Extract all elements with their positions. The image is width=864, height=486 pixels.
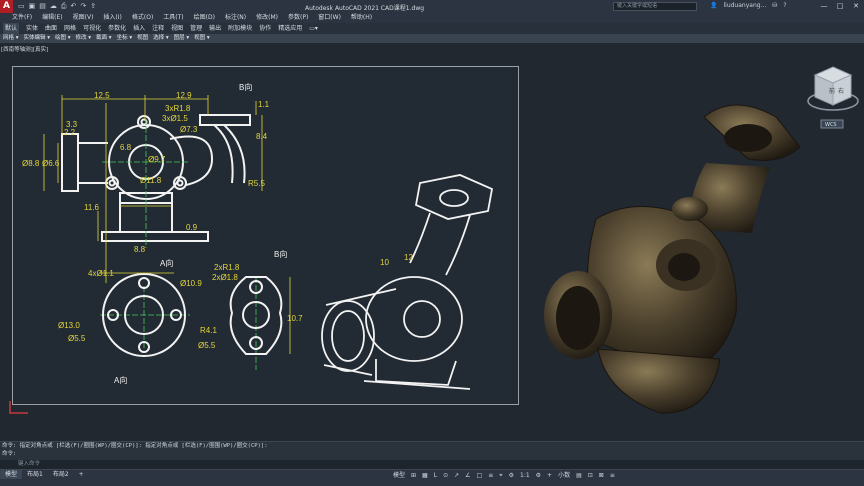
menu-dimension[interactable]: 标注(N) <box>225 13 246 23</box>
menu-draw[interactable]: 绘图(D) <box>194 13 215 23</box>
tab-parametric[interactable]: 参数化 <box>108 23 126 34</box>
tab-featured[interactable]: 精选应用 <box>278 23 302 34</box>
help-icon[interactable]: ? <box>783 2 786 9</box>
panel-solid-edit[interactable]: 实体编辑 ▾ <box>24 34 51 43</box>
shaded-3d-model <box>544 104 801 414</box>
app-title: Autodesk AutoCAD 2021 CAD课程1.dwg <box>305 5 425 12</box>
panel-views[interactable]: 视图 ▾ <box>194 34 210 43</box>
status-bar: 模型 布局1 布局2 + 模型 ⊞ ▦ L ⊙ ↗ ∠ □ ≡ ⌖ ⚙ 1:1 … <box>0 469 864 486</box>
tab-manage[interactable]: 管理 <box>190 23 202 34</box>
command-history-line-1: 命令: 指定对角点或 [栏选(F)/圈围(WP)/圈交(CP)]: 指定对角点或… <box>2 443 268 449</box>
tab-annotate[interactable]: 注释 <box>152 23 164 34</box>
tab-insert[interactable]: 插入 <box>133 23 145 34</box>
tab-visualize[interactable]: 可视化 <box>83 23 101 34</box>
maximize-button[interactable]: □ <box>832 0 848 13</box>
panel-modify[interactable]: 修改 ▾ <box>76 34 92 43</box>
user-area: 👤 liuduanyang... ⛁ ? <box>710 2 787 9</box>
model-space-toggle[interactable]: 模型 <box>393 471 405 480</box>
autocad-logo-icon[interactable]: A <box>0 0 13 13</box>
model-body <box>544 104 801 414</box>
drawing-viewport[interactable]: [西南等轴测][真实] 前 右 WCS 12.5 12.9 B向 1.1 3xR… <box>0 43 864 441</box>
object-snap-icon[interactable]: □ <box>477 471 483 480</box>
panel-layers[interactable]: 图层 ▾ <box>174 34 190 43</box>
close-button[interactable]: ✕ <box>848 0 864 13</box>
osnap-tracking-icon[interactable]: ↗ <box>454 471 459 480</box>
tab-model[interactable]: 模型 <box>0 470 23 479</box>
panel-select[interactable]: 选择 ▾ <box>153 34 169 43</box>
lineweight-icon[interactable]: ≡ <box>488 471 493 480</box>
panel-coordinates[interactable]: 坐标 ▾ <box>117 34 133 43</box>
redo-icon[interactable]: ↷ <box>80 2 86 11</box>
undo-icon[interactable]: ↶ <box>70 2 76 11</box>
menu-format[interactable]: 格式(O) <box>132 13 153 23</box>
layout-tabs: 模型 布局1 布局2 + <box>0 470 89 479</box>
isolate-icon[interactable]: ⊡ <box>588 471 593 480</box>
user-name[interactable]: liuduanyang... <box>723 2 766 9</box>
menu-file[interactable]: 文件(F) <box>12 13 32 23</box>
annotation-settings-icon[interactable]: ⚙ <box>509 471 514 480</box>
panel-toolstrip: 网格 ▾ 实体编辑 ▾ 绘图 ▾ 修改 ▾ 截面 ▾ 坐标 ▾ 视图 选择 ▾ … <box>0 34 864 43</box>
search-input[interactable]: 键入关键字或短语 <box>613 2 697 11</box>
menu-edit[interactable]: 编辑(E) <box>42 13 62 23</box>
tab-view[interactable]: 视图 <box>171 23 183 34</box>
status-toggles: 模型 ⊞ ▦ L ⊙ ↗ ∠ □ ≡ ⌖ ⚙ 1:1 ⚙ + 小数 ▤ ⊡ ⊠ … <box>393 471 615 480</box>
window-controls: — □ ✕ <box>816 0 864 13</box>
ortho-icon[interactable]: L <box>434 471 437 480</box>
save-icon[interactable]: ▣ <box>29 2 36 11</box>
command-placeholder[interactable]: 键入命令 <box>18 460 40 469</box>
user-icon[interactable]: 👤 <box>710 2 717 9</box>
menu-tools[interactable]: 工具(T) <box>163 13 183 23</box>
add-layout-button[interactable]: + <box>74 470 89 479</box>
cart-icon[interactable]: ⛁ <box>772 2 777 9</box>
polar-icon[interactable]: ⊙ <box>443 471 448 480</box>
panel-draw[interactable]: 绘图 ▾ <box>55 34 71 43</box>
fullscreen-icon[interactable]: ⊠ <box>599 471 604 480</box>
tab-addins[interactable]: 附加模块 <box>228 23 252 34</box>
tab-layout2[interactable]: 布局2 <box>48 470 74 479</box>
properties-icon[interactable]: ▤ <box>576 471 582 480</box>
menu-bar: 文件(F) 编辑(E) 视图(V) 插入(I) 格式(O) 工具(T) 绘图(D… <box>0 13 864 23</box>
quick-access-toolbar: ▭ ▣ ▤ ☁ ⎙ ↶ ↷ ⇪ <box>18 2 96 11</box>
units-dropdown[interactable]: 小数 <box>558 471 570 480</box>
ribbon-tabs: 默认 实体 曲面 网格 可视化 参数化 插入 注释 视图 管理 输出 附加模块 … <box>0 23 864 34</box>
customize-icon[interactable]: ≡ <box>610 471 615 480</box>
panel-mesh[interactable]: 网格 ▾ <box>3 34 19 43</box>
saveas-icon[interactable]: ▤ <box>39 2 46 11</box>
tab-solid[interactable]: 实体 <box>26 23 38 34</box>
command-input[interactable]: 键入命令 <box>0 460 864 469</box>
open-icon[interactable]: ▭ <box>18 2 25 11</box>
menu-parametric[interactable]: 参数(P) <box>288 13 308 23</box>
menu-help[interactable]: 帮助(H) <box>351 13 372 23</box>
workspace-gear-icon[interactable]: ⚙ <box>536 471 541 480</box>
tab-layout1[interactable]: 布局1 <box>22 470 48 479</box>
menu-view[interactable]: 视图(V) <box>73 13 94 23</box>
tab-mesh[interactable]: 网格 <box>64 23 76 34</box>
tab-surface[interactable]: 曲面 <box>45 23 57 34</box>
tab-output[interactable]: 输出 <box>209 23 221 34</box>
tab-collaborate[interactable]: 协作 <box>259 23 271 34</box>
grid-icon[interactable]: ⊞ <box>411 471 416 480</box>
ribbon-toggle-icon[interactable]: ▭▾ <box>309 23 318 34</box>
print-icon[interactable]: ⎙ <box>61 2 67 11</box>
tab-default[interactable]: 默认 <box>3 23 20 34</box>
share-icon[interactable]: ⇪ <box>90 2 96 11</box>
menu-insert[interactable]: 插入(I) <box>103 13 121 23</box>
panel-view[interactable]: 视图 <box>137 34 148 43</box>
ucs-icon <box>9 401 28 414</box>
annotation-scale[interactable]: 1:1 <box>520 471 530 480</box>
title-bar: A ▭ ▣ ▤ ☁ ⎙ ↶ ↷ ⇪ Autodesk AutoCAD 2021 … <box>0 0 864 13</box>
cloud-icon[interactable]: ☁ <box>50 2 57 11</box>
snap-icon[interactable]: ▦ <box>422 471 428 480</box>
minimize-button[interactable]: — <box>816 0 832 13</box>
menu-modify[interactable]: 修改(M) <box>256 13 278 23</box>
selection-cycling-icon[interactable]: ⌖ <box>499 471 502 480</box>
menu-window[interactable]: 窗口(W) <box>318 13 341 23</box>
panel-section[interactable]: 截面 ▾ <box>96 34 112 43</box>
add-icon[interactable]: + <box>547 471 552 480</box>
command-window: 命令: 指定对角点或 [栏选(F)/圈围(WP)/圈交(CP)]: 指定对角点或… <box>0 441 864 469</box>
command-history-line-2: 命令: <box>2 451 17 457</box>
angle-icon[interactable]: ∠ <box>465 471 470 480</box>
